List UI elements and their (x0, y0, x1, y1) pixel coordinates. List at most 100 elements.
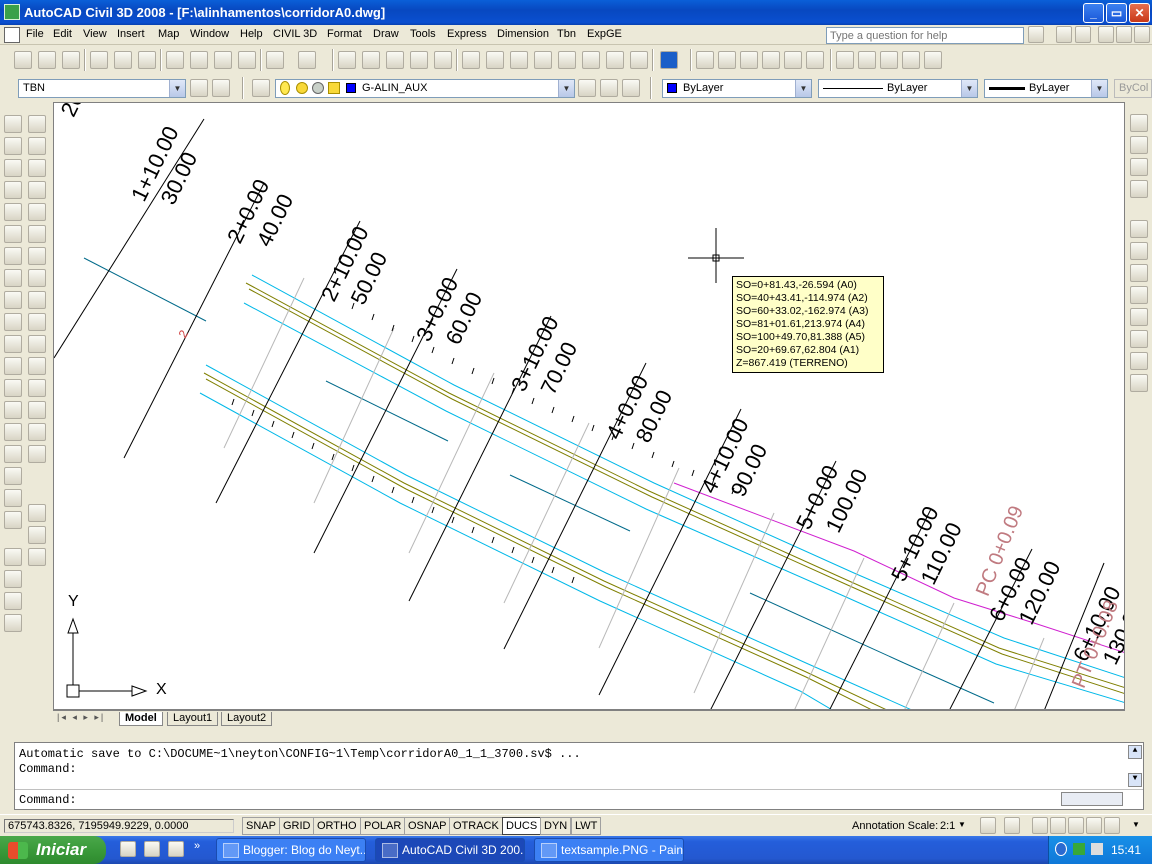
tab-model[interactable]: Model (119, 712, 163, 726)
zoom-window-icon[interactable] (386, 51, 404, 69)
task-autocad[interactable]: AutoCAD Civil 3D 200... (375, 838, 525, 862)
join-icon[interactable] (28, 379, 46, 397)
new-icon[interactable] (14, 51, 32, 69)
erase-icon[interactable] (28, 115, 46, 133)
layer-tool-2-icon[interactable] (718, 51, 736, 69)
favorites-icon[interactable] (1075, 26, 1091, 43)
menu-help[interactable]: Help (240, 28, 263, 40)
doc-minimize-button[interactable] (1098, 26, 1114, 43)
civil-tool-8-icon[interactable] (1130, 374, 1148, 392)
open-icon[interactable] (38, 51, 56, 69)
gis-tool-2-icon[interactable] (1130, 136, 1148, 154)
tab-layout2[interactable]: Layout2 (221, 712, 273, 726)
plotstyle-select[interactable]: ByCol (1114, 79, 1152, 98)
express-tool-1-icon[interactable] (28, 504, 46, 522)
civil-tool-6-icon[interactable] (1130, 330, 1148, 348)
communication-icon[interactable] (1056, 26, 1072, 43)
calculator-icon[interactable] (630, 51, 648, 69)
line-icon[interactable] (4, 115, 22, 133)
nim-tool-icon[interactable] (1130, 286, 1148, 304)
copy-icon[interactable] (190, 51, 208, 69)
start-button[interactable]: Iniciar (0, 836, 106, 864)
mirror-icon[interactable] (28, 159, 46, 177)
ortho-toggle[interactable]: ORTHO (313, 817, 361, 835)
annotation-visibility-icon[interactable] (980, 817, 996, 834)
scroll-down-icon[interactable]: ▼ (1128, 773, 1142, 787)
draw-order-4-icon[interactable] (4, 614, 22, 632)
search-icon[interactable] (1028, 26, 1044, 43)
network-icon[interactable] (1091, 843, 1103, 855)
spline-icon[interactable] (4, 291, 22, 309)
doc-close-button[interactable] (1134, 26, 1150, 43)
scale-icon[interactable] (28, 269, 46, 287)
menu-express[interactable]: Express (447, 28, 487, 40)
draw-order-3-icon[interactable] (4, 592, 22, 610)
plot-icon[interactable] (90, 51, 108, 69)
save-icon[interactable] (62, 51, 80, 69)
menu-window[interactable]: Window (190, 28, 229, 40)
autocad-app-icon[interactable] (4, 4, 20, 20)
status-menu-icon[interactable]: ▼ (1132, 820, 1140, 829)
rotate-icon[interactable] (28, 247, 46, 265)
layer-states-icon[interactable] (622, 79, 640, 97)
explode-icon[interactable] (28, 445, 46, 463)
layer-tool-10-icon[interactable] (902, 51, 920, 69)
tool-palettes-icon[interactable] (510, 51, 528, 69)
lightbulb-icon[interactable] (1068, 817, 1084, 834)
chamfer-icon[interactable] (28, 401, 46, 419)
properties-icon[interactable] (462, 51, 480, 69)
polyline-icon[interactable] (4, 159, 22, 177)
pan-icon[interactable] (338, 51, 356, 69)
break-icon[interactable] (28, 357, 46, 375)
layer-manager-icon[interactable] (252, 79, 270, 97)
layer-tool-1-icon[interactable] (696, 51, 714, 69)
extend-icon[interactable] (28, 335, 46, 353)
refresh-icon[interactable] (1130, 220, 1148, 238)
menu-view[interactable]: View (83, 28, 107, 40)
civil-status-icon[interactable] (1032, 817, 1048, 834)
plot-preview-icon[interactable] (114, 51, 132, 69)
multiline-text-icon[interactable] (4, 511, 22, 529)
join-tool-icon[interactable] (1130, 242, 1148, 260)
draw-order-1-icon[interactable] (4, 548, 22, 566)
civil-tool-7-icon[interactable] (1130, 352, 1148, 370)
annotation-autoscale-icon[interactable] (1004, 817, 1020, 834)
express-tool-2-icon[interactable] (28, 526, 46, 544)
gradient-icon[interactable] (4, 445, 22, 463)
zoom-previous-icon[interactable] (410, 51, 428, 69)
horizontal-scrollbar[interactable] (1061, 792, 1123, 806)
ducs-toggle[interactable]: DUCS (502, 817, 542, 835)
restore-button[interactable]: ▭ (1106, 3, 1127, 23)
table-icon[interactable] (4, 489, 22, 507)
no-entry-icon[interactable] (1104, 817, 1120, 834)
annotation-scale-value[interactable]: 2:1 (940, 820, 955, 832)
stretch-icon[interactable] (28, 291, 46, 309)
osnap-toggle[interactable]: OSNAP (404, 817, 451, 835)
layer-previous-icon[interactable] (600, 79, 618, 97)
help-search-input[interactable] (826, 27, 1024, 44)
dbconnect-icon[interactable] (582, 51, 600, 69)
menu-insert[interactable]: Insert (117, 28, 145, 40)
polygon-icon[interactable] (4, 181, 22, 199)
layer-tool-7-icon[interactable] (836, 51, 854, 69)
lineweight-select[interactable]: ByLayer ▼ (984, 79, 1108, 98)
menu-edit[interactable]: Edit (53, 28, 72, 40)
menu-civil3d[interactable]: CIVIL 3D (273, 28, 317, 40)
task-blogger[interactable]: Blogger: Blog do Neyt... (216, 838, 366, 862)
tray-expand-icon[interactable] (1055, 842, 1067, 856)
workspace-lock-icon[interactable] (212, 79, 230, 97)
layer-tool-5-icon[interactable] (784, 51, 802, 69)
lock-icon[interactable] (1050, 817, 1066, 834)
layer-tool-11-icon[interactable] (924, 51, 942, 69)
copy-object-icon[interactable] (28, 137, 46, 155)
network-tool-icon[interactable] (1130, 264, 1148, 282)
array-icon[interactable] (28, 203, 46, 221)
workspace-settings-icon[interactable] (190, 79, 208, 97)
region-icon[interactable] (4, 467, 22, 485)
layer-tool-9-icon[interactable] (880, 51, 898, 69)
express-tool-3-icon[interactable] (28, 548, 46, 566)
drawing-canvas[interactable]: 1+0.0020.00 1+10.0030.00 2+0.0040.002+10.0… (53, 102, 1125, 710)
construction-line-icon[interactable] (4, 137, 22, 155)
browser-quicklaunch-icon[interactable] (168, 841, 184, 857)
menu-tbn[interactable]: Tbn (557, 28, 576, 40)
